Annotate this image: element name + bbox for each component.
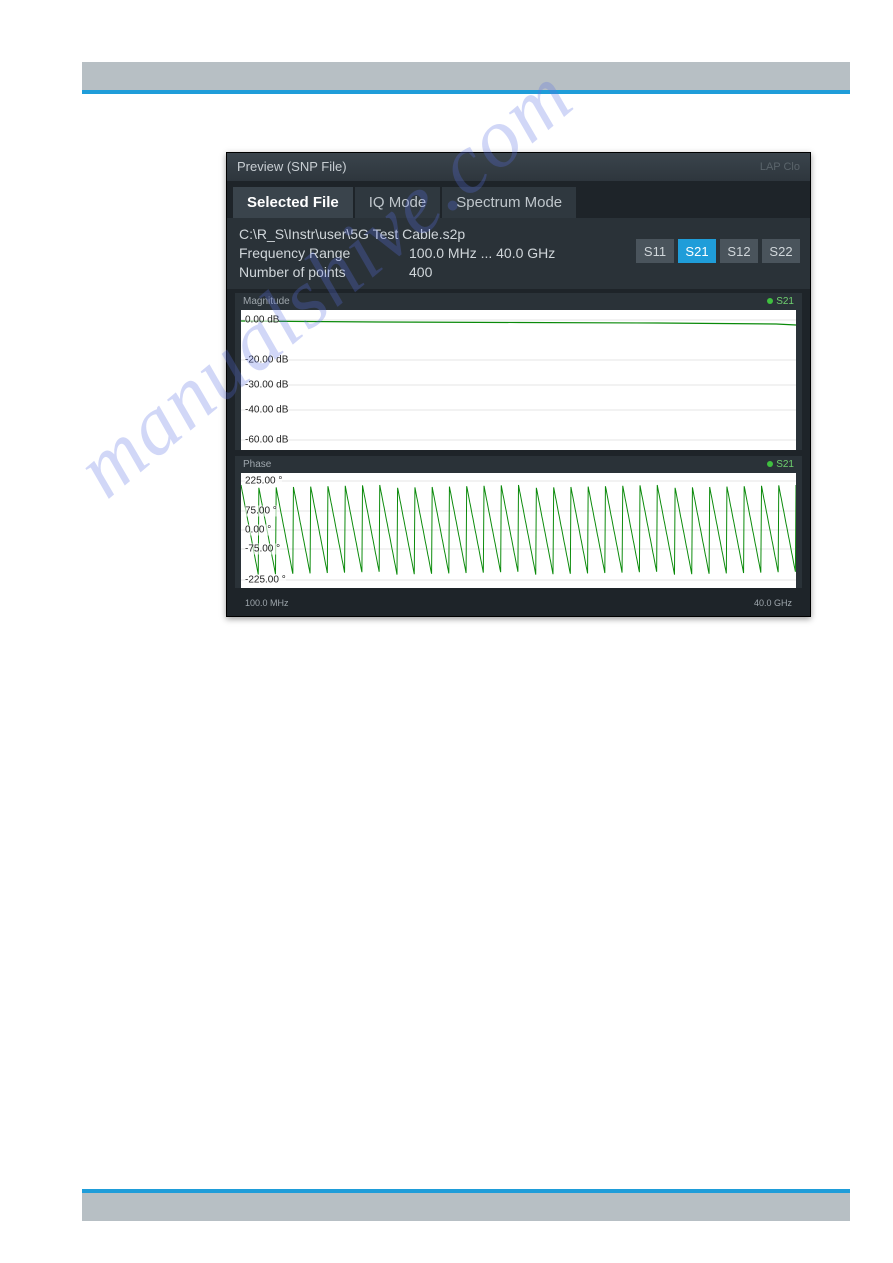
mag-ytick-3: -40.00 dB bbox=[245, 405, 288, 416]
phase-ytick-4: -225.00 ° bbox=[245, 575, 286, 586]
mag-ytick-1: -20.00 dB bbox=[245, 355, 288, 366]
dialog-right-label: LAP Clo bbox=[760, 153, 800, 181]
legend-dot-icon bbox=[767, 298, 773, 304]
x-axis-range: 100.0 MHz 40.0 GHz bbox=[235, 594, 802, 610]
phase-title: Phase bbox=[243, 459, 271, 470]
dialog-titlebar[interactable]: Preview (SNP File) LAP Clo bbox=[227, 153, 810, 181]
mag-ytick-2: -30.00 dB bbox=[245, 380, 288, 391]
phase-legend: S21 bbox=[767, 459, 794, 470]
magnitude-plot[interactable]: 0.00 dB -20.00 dB -30.00 dB -40.00 dB -6… bbox=[241, 310, 796, 450]
tab-spectrum-mode[interactable]: Spectrum Mode bbox=[442, 187, 576, 218]
tab-selected-file[interactable]: Selected File bbox=[233, 187, 353, 218]
sparam-s11[interactable]: S11 bbox=[636, 239, 674, 263]
dialog-title: Preview (SNP File) bbox=[237, 153, 347, 181]
sparam-s21[interactable]: S21 bbox=[678, 239, 716, 263]
freq-range-value: 100.0 MHz ... 40.0 GHz bbox=[409, 245, 555, 261]
magnitude-plot-box: Magnitude S21 0.00 dB -20.00 dB bbox=[235, 293, 802, 450]
x-min: 100.0 MHz bbox=[245, 598, 289, 608]
plot-area: Magnitude S21 0.00 dB -20.00 dB bbox=[227, 289, 810, 616]
npoints-label: Number of points bbox=[239, 264, 409, 280]
phase-ytick-2: 0.00 ° bbox=[245, 525, 271, 536]
phase-ytick-1: 75.00 ° bbox=[245, 506, 277, 517]
tab-bar: Selected File IQ Mode Spectrum Mode bbox=[227, 181, 810, 218]
sparam-s22[interactable]: S22 bbox=[762, 239, 800, 263]
phase-plot-box: Phase S21 225.00 ° 75.00 ° 0.00 ° bbox=[235, 456, 802, 588]
preview-dialog: Preview (SNP File) LAP Clo Selected File… bbox=[226, 152, 811, 617]
page-header-bar bbox=[82, 62, 850, 90]
x-max: 40.0 GHz bbox=[754, 598, 792, 608]
mag-ytick-0: 0.00 dB bbox=[245, 315, 279, 326]
legend-dot-icon bbox=[767, 461, 773, 467]
magnitude-title: Magnitude bbox=[243, 296, 290, 307]
s-parameter-selector: S11 S21 S12 S22 bbox=[636, 239, 800, 263]
phase-ytick-3: -75.00 ° bbox=[245, 544, 280, 555]
magnitude-legend: S21 bbox=[767, 296, 794, 307]
phase-plot[interactable]: 225.00 ° 75.00 ° 0.00 ° -75.00 ° -225.00… bbox=[241, 473, 796, 588]
page-header-accent bbox=[82, 90, 850, 94]
npoints-value: 400 bbox=[409, 264, 432, 280]
tab-iq-mode[interactable]: IQ Mode bbox=[355, 187, 441, 218]
phase-ytick-0: 225.00 ° bbox=[245, 476, 282, 487]
mag-ytick-4: -60.00 dB bbox=[245, 435, 288, 446]
freq-range-label: Frequency Range bbox=[239, 245, 409, 261]
page-footer-bar bbox=[82, 1193, 850, 1221]
sparam-s12[interactable]: S12 bbox=[720, 239, 758, 263]
